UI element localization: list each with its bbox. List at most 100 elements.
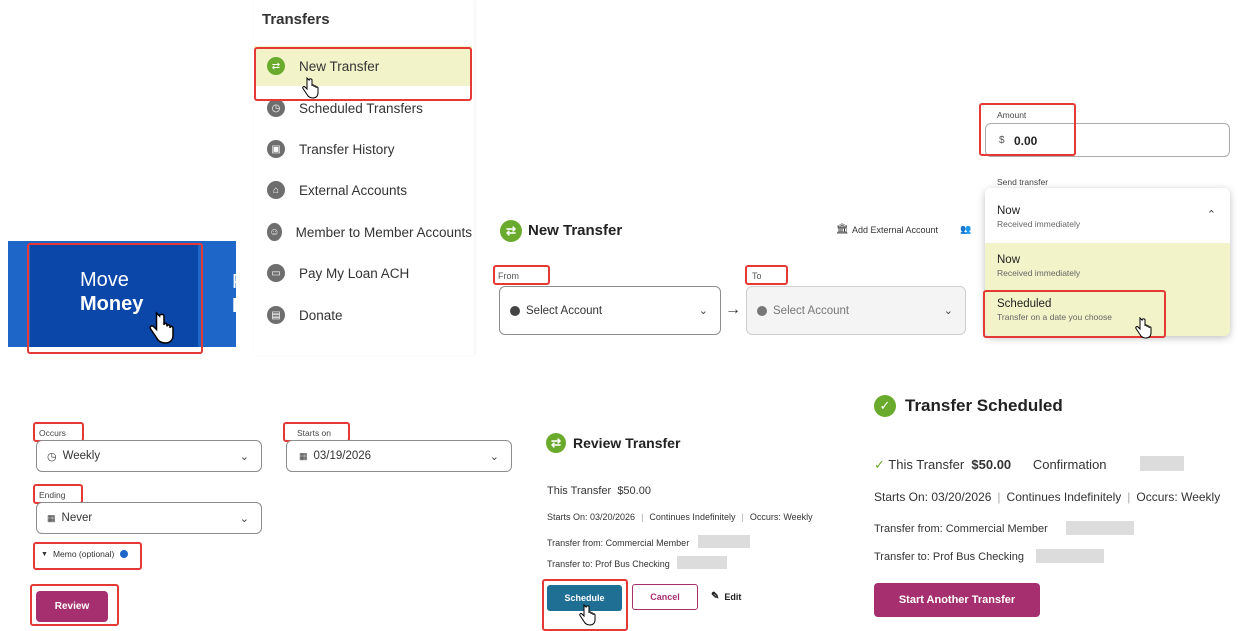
review-title: Review Transfer: [573, 435, 681, 451]
pointer-hand-icon: [1135, 316, 1152, 339]
transfer-from-text: Transfer from: Commercial Member: [547, 538, 690, 548]
ending-value: Never: [61, 512, 93, 524]
menu-item-transfer-history[interactable]: ▣ Transfer History: [254, 129, 472, 169]
occurs-select[interactable]: ◷ Weekly ⌄: [36, 440, 262, 472]
scheduled-summary: ✓ This Transfer $50.00 Confirmation: [874, 457, 1107, 473]
calendar-icon: ▦: [299, 450, 308, 461]
scheduled-details: Starts On: 03/20/2026 | Continues Indefini…: [874, 490, 1221, 504]
review-summary: This Transfer $50.00: [547, 485, 651, 497]
highlight-box: [254, 47, 472, 101]
starts-on-text: Starts On: 03/20/2026: [547, 512, 636, 522]
next-tile-fragment: P: [232, 271, 246, 293]
arrow-right-icon: →: [725, 301, 741, 318]
highlight-box: [493, 265, 550, 285]
menu-item-external-accounts[interactable]: ⌂ External Accounts: [254, 170, 472, 210]
people-icon[interactable]: 👥: [960, 224, 971, 235]
occurs-text: Occurs: Weekly: [1136, 490, 1221, 504]
occurs-value: Weekly: [62, 450, 101, 462]
redacted-bar: [698, 535, 750, 548]
this-transfer-label: This Transfer: [888, 457, 965, 472]
this-transfer-label: This Transfer: [547, 485, 612, 497]
menu-item-label: Transfer History: [299, 141, 395, 157]
caret-down-icon: ▼: [41, 550, 48, 558]
review-schedule-details: Starts On: 03/20/2026 | Continues Indefini…: [547, 512, 813, 522]
highlight-box: [745, 265, 788, 285]
highlight-box: [27, 243, 203, 354]
send-transfer-selected: Now Received immediately: [997, 205, 1080, 229]
transfer-to-text: Transfer to: Prof Bus Checking: [874, 551, 1024, 563]
new-transfer-title: New Transfer: [528, 222, 623, 239]
from-account-select[interactable]: Select Account ⌄: [499, 286, 721, 335]
transfer-icon: ⇄: [546, 433, 566, 453]
add-external-account-link[interactable]: Add External Account: [852, 225, 938, 235]
pointer-hand-icon: [149, 311, 174, 344]
clock-icon: ◷: [47, 450, 57, 463]
start-another-transfer-button[interactable]: Start Another Transfer: [874, 583, 1040, 617]
continues-text: Continues Indefinitely: [1006, 490, 1122, 504]
pointer-hand-icon: [579, 603, 596, 626]
menu-item-label: Donate: [299, 307, 343, 323]
clock-icon: ◷: [267, 99, 285, 117]
redacted-bar: [1036, 549, 1104, 563]
scheduled-title: Transfer Scheduled: [905, 396, 1063, 415]
calendar-icon: ▦: [47, 512, 56, 523]
edit-button[interactable]: ✎ Edit: [711, 591, 741, 602]
transfer-icon: ⇄: [500, 220, 522, 242]
menu-item-donate[interactable]: ▤ Donate: [254, 295, 472, 335]
continues-text: Continues Indefinitely: [649, 512, 736, 522]
gift-icon: ▤: [267, 306, 285, 324]
menu-title: Transfers: [262, 11, 330, 28]
send-transfer-label: Send transfer: [997, 177, 1049, 187]
chevron-up-icon: ⌃: [1206, 209, 1216, 221]
people-icon: ☺: [267, 223, 282, 241]
card-icon: ▭: [267, 264, 285, 282]
next-tile-fragment: E: [232, 295, 246, 317]
chevron-down-icon: ⌄: [239, 450, 249, 463]
starts-on-text: Starts On: 03/20/2026: [874, 490, 992, 504]
chevron-down-icon: ⌄: [698, 305, 708, 317]
highlight-box: [979, 103, 1076, 156]
option-subtitle: Received immediately: [997, 268, 1081, 278]
menu-item-pay-my-loan[interactable]: ▭ Pay My Loan ACH: [254, 253, 472, 293]
redacted-bar: [1140, 456, 1184, 471]
transfer-from-text: Transfer from: Commercial Member: [874, 523, 1048, 535]
starts-on-value: 03/19/2026: [313, 450, 372, 462]
occurs-text: Occurs: Weekly: [749, 512, 813, 522]
bank-icon: 🏛: [836, 224, 849, 235]
from-account-placeholder: Select Account: [526, 304, 603, 317]
memo-toggle[interactable]: ▼ Memo (optional): [41, 549, 129, 559]
chevron-down-icon: ⌄: [943, 305, 953, 317]
redacted-bar: [677, 556, 727, 569]
check-circle-icon: ✓: [874, 395, 896, 417]
pointer-hand-icon: [302, 76, 319, 99]
menu-item-member-to-member[interactable]: ☺ Member to Member Accounts: [254, 212, 472, 252]
highlight-box: [283, 422, 350, 442]
checkmark-icon: ✓: [874, 457, 885, 472]
menu-item-label: Member to Member Accounts: [295, 224, 472, 240]
to-account-select[interactable]: Select Account ⌄: [746, 286, 966, 335]
option-title: Now: [997, 254, 1021, 266]
edit-label: Edit: [724, 591, 742, 602]
chevron-down-icon: ⌄: [489, 450, 499, 463]
account-icon: [510, 305, 520, 316]
chevron-down-icon: ⌄: [239, 512, 249, 525]
info-icon[interactable]: [120, 550, 129, 558]
selected-title: Now: [997, 205, 1021, 217]
option-now[interactable]: Now Received immediately: [997, 254, 1080, 278]
starts-on-select[interactable]: ▦ 03/19/2026 ⌄: [286, 440, 512, 472]
selected-subtitle: Received immediately: [997, 219, 1081, 229]
ending-select[interactable]: ▦ Never ⌄: [36, 502, 262, 534]
this-transfer-amount: $50.00: [617, 485, 651, 497]
menu-item-label: External Accounts: [299, 182, 408, 198]
highlight-box: [33, 422, 84, 442]
to-account-placeholder: Select Account: [773, 304, 850, 317]
calendar-icon: ▣: [267, 140, 285, 158]
highlight-box: [30, 584, 119, 626]
highlight-box: [33, 484, 83, 504]
pencil-icon: ✎: [711, 591, 720, 602]
this-transfer-amount: $50.00: [971, 457, 1012, 472]
memo-label: Memo (optional): [52, 549, 115, 559]
menu-item-label: Scheduled Transfers: [299, 100, 423, 116]
transfer-to-text: Transfer to: Prof Bus Checking: [547, 559, 670, 569]
cancel-button[interactable]: Cancel: [632, 584, 698, 610]
